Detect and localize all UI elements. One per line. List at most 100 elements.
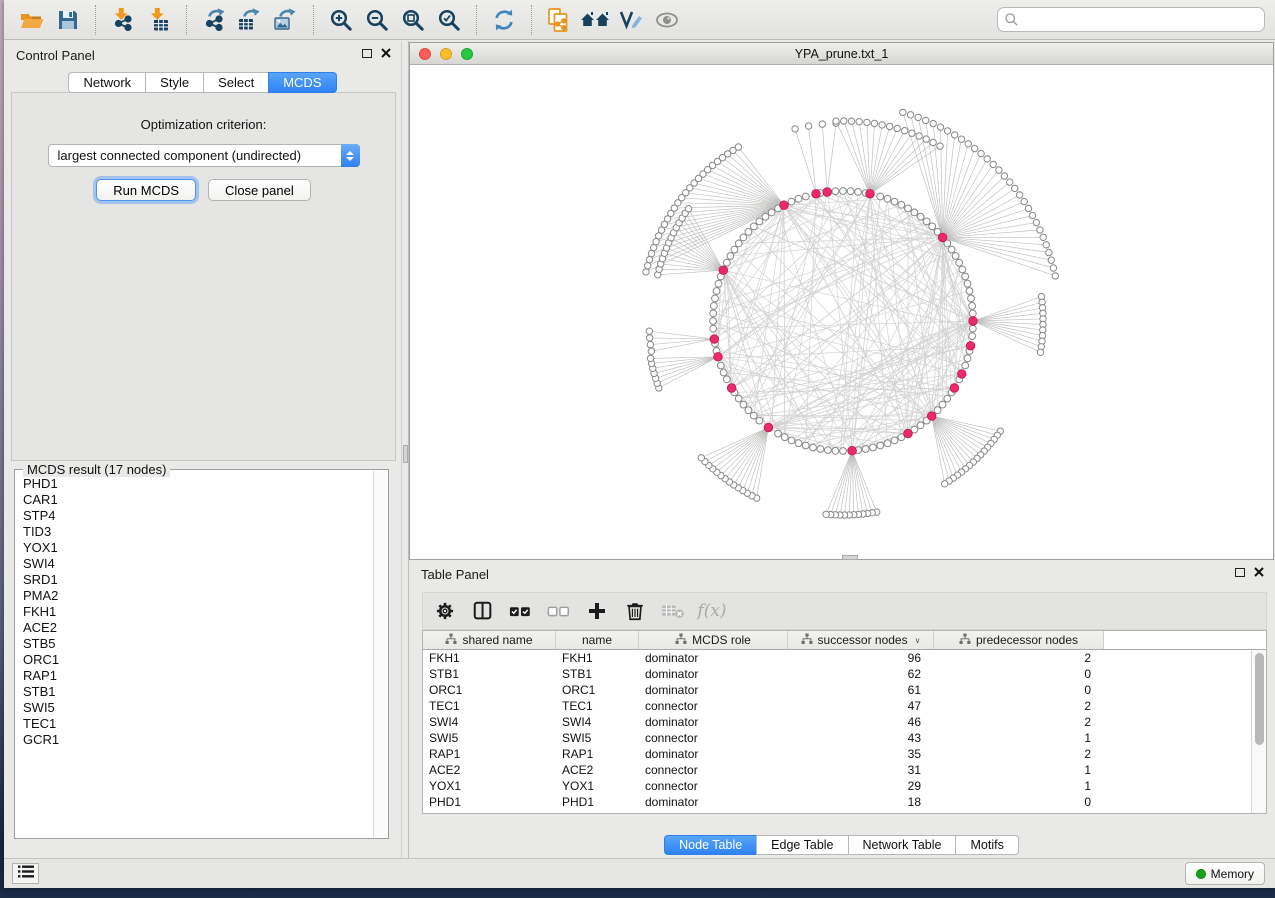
save-session-button[interactable]: [50, 4, 86, 36]
mcds-result-item[interactable]: PMA2: [17, 588, 372, 604]
mcds-result-item[interactable]: ACE2: [17, 620, 372, 636]
export-network-button[interactable]: [196, 4, 232, 36]
add-column-button[interactable]: [581, 596, 613, 626]
cell-MCDS-role[interactable]: connector: [639, 698, 788, 714]
import-table-button[interactable]: [141, 4, 177, 36]
cell-predecessor-nodes[interactable]: 0: [934, 794, 1104, 810]
cell-name[interactable]: PHD1: [556, 794, 639, 810]
cell-predecessor-nodes[interactable]: 2: [934, 746, 1104, 762]
cell-predecessor-nodes[interactable]: 2: [934, 714, 1104, 730]
tab-mcds[interactable]: MCDS: [268, 72, 336, 93]
clone-network-button[interactable]: [541, 4, 577, 36]
mcds-result-item[interactable]: CAR1: [17, 492, 372, 508]
table-row[interactable]: PHD1PHD1dominator180: [423, 794, 1266, 810]
cell-MCDS-role[interactable]: connector: [639, 762, 788, 778]
table-row[interactable]: SWI5SWI5connector431: [423, 730, 1266, 746]
cell-predecessor-nodes[interactable]: 2: [934, 650, 1104, 666]
cell-name[interactable]: TEC1: [556, 698, 639, 714]
mcds-result-item[interactable]: SWI5: [17, 700, 372, 716]
table-row[interactable]: FKH1FKH1dominator962: [423, 650, 1266, 666]
tab-network-table[interactable]: Network Table: [848, 835, 956, 855]
cell-MCDS-role[interactable]: dominator: [639, 746, 788, 762]
vertical-splitter[interactable]: [401, 41, 409, 858]
show-columns-button[interactable]: [467, 596, 499, 626]
cell-predecessor-nodes[interactable]: 1: [934, 778, 1104, 794]
mcds-result-item[interactable]: STB1: [17, 684, 372, 700]
close-panel-button[interactable]: Close panel: [208, 179, 311, 201]
cell-shared-name[interactable]: STB1: [423, 666, 556, 682]
criterion-dropdown[interactable]: largest connected component (undirected): [48, 144, 360, 167]
network-canvas[interactable]: [410, 65, 1273, 559]
refresh-view-button[interactable]: [486, 4, 522, 36]
cell-successor-nodes[interactable]: 29: [788, 778, 934, 794]
mcds-result-item[interactable]: PHD1: [17, 476, 372, 492]
memory-button[interactable]: Memory: [1185, 862, 1265, 885]
cell-successor-nodes[interactable]: 18: [788, 794, 934, 810]
deselect-all-button[interactable]: [543, 596, 575, 626]
cell-shared-name[interactable]: SWI4: [423, 714, 556, 730]
tab-select[interactable]: Select: [203, 72, 268, 93]
annotation-style-button[interactable]: [613, 4, 649, 36]
cell-predecessor-nodes[interactable]: 0: [934, 682, 1104, 698]
mcds-result-item[interactable]: GCR1: [17, 732, 372, 748]
mcds-result-item[interactable]: YOX1: [17, 540, 372, 556]
mcds-list-scrollbar[interactable]: [373, 471, 387, 837]
column-header-successor-nodes[interactable]: successor nodes∨: [788, 631, 934, 649]
neighbors-button[interactable]: [577, 4, 613, 36]
show-eye-button[interactable]: [649, 4, 685, 36]
table-row[interactable]: RAP1RAP1dominator352: [423, 746, 1266, 762]
cell-MCDS-role[interactable]: dominator: [639, 682, 788, 698]
run-mcds-button[interactable]: Run MCDS: [96, 179, 196, 201]
cell-shared-name[interactable]: PHD1: [423, 794, 556, 810]
cell-successor-nodes[interactable]: 96: [788, 650, 934, 666]
cell-predecessor-nodes[interactable]: 0: [934, 666, 1104, 682]
cell-MCDS-role[interactable]: dominator: [639, 650, 788, 666]
cell-name[interactable]: ACE2: [556, 762, 639, 778]
cell-successor-nodes[interactable]: 47: [788, 698, 934, 714]
cell-MCDS-role[interactable]: dominator: [639, 714, 788, 730]
table-settings-button[interactable]: [429, 596, 461, 626]
cell-name[interactable]: FKH1: [556, 650, 639, 666]
table-row[interactable]: YOX1YOX1connector291: [423, 778, 1266, 794]
close-table-panel-icon[interactable]: [1254, 567, 1264, 577]
close-window-icon[interactable]: [419, 48, 431, 60]
maximize-window-icon[interactable]: [461, 48, 473, 60]
table-row[interactable]: ORC1ORC1dominator610: [423, 682, 1266, 698]
column-header-shared-name[interactable]: shared name: [423, 631, 556, 649]
tab-node-table[interactable]: Node Table: [664, 835, 756, 855]
mcds-result-item[interactable]: TEC1: [17, 716, 372, 732]
cell-name[interactable]: YOX1: [556, 778, 639, 794]
splitter-handle[interactable]: [403, 445, 408, 463]
mcds-result-item[interactable]: SWI4: [17, 556, 372, 572]
mcds-result-item[interactable]: STB5: [17, 636, 372, 652]
tab-motifs[interactable]: Motifs: [955, 835, 1018, 855]
column-header-MCDS-role[interactable]: MCDS role: [639, 631, 788, 649]
column-header-predecessor-nodes[interactable]: predecessor nodes: [934, 631, 1104, 649]
open-file-button[interactable]: [14, 4, 50, 36]
cell-shared-name[interactable]: TEC1: [423, 698, 556, 714]
cell-name[interactable]: STB1: [556, 666, 639, 682]
table-row[interactable]: TEC1TEC1connector472: [423, 698, 1266, 714]
cell-shared-name[interactable]: SWI5: [423, 730, 556, 746]
task-history-button[interactable]: [12, 863, 39, 884]
cell-shared-name[interactable]: ACE2: [423, 762, 556, 778]
mcds-result-item[interactable]: ORC1: [17, 652, 372, 668]
tab-style[interactable]: Style: [145, 72, 203, 93]
cell-successor-nodes[interactable]: 62: [788, 666, 934, 682]
cell-successor-nodes[interactable]: 43: [788, 730, 934, 746]
float-table-panel-icon[interactable]: [1235, 568, 1245, 577]
cell-shared-name[interactable]: ORC1: [423, 682, 556, 698]
cell-shared-name[interactable]: RAP1: [423, 746, 556, 762]
table-scrollbar[interactable]: [1251, 650, 1266, 813]
cell-successor-nodes[interactable]: 31: [788, 762, 934, 778]
cell-MCDS-role[interactable]: connector: [639, 778, 788, 794]
cell-successor-nodes[interactable]: 46: [788, 714, 934, 730]
column-header-name[interactable]: name: [556, 631, 639, 649]
table-row[interactable]: SWI4SWI4dominator462: [423, 714, 1266, 730]
search-input[interactable]: [997, 7, 1265, 32]
function-builder-button[interactable]: f(x): [695, 596, 727, 626]
cell-name[interactable]: ORC1: [556, 682, 639, 698]
select-all-button[interactable]: [505, 596, 537, 626]
cell-MCDS-role[interactable]: dominator: [639, 794, 788, 810]
mcds-result-item[interactable]: SRD1: [17, 572, 372, 588]
